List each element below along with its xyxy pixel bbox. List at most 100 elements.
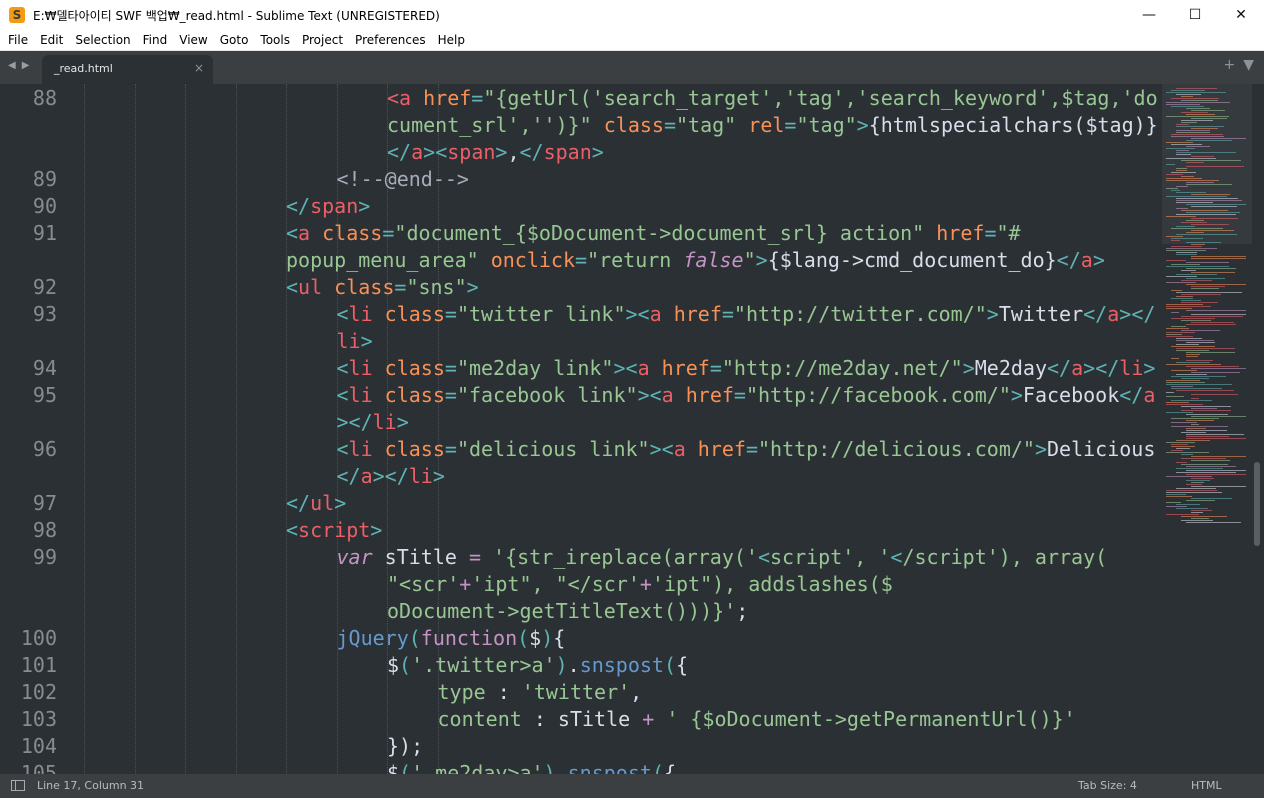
menu-goto[interactable]: Goto <box>214 33 255 47</box>
menu-file[interactable]: File <box>2 33 34 47</box>
syntax-indicator[interactable]: HTML <box>1191 779 1222 792</box>
minimap-line <box>1191 478 1214 479</box>
indent-guide <box>235 84 237 774</box>
minimap-line <box>1191 510 1212 511</box>
code-token: ) <box>555 653 568 677</box>
code-token: . <box>567 653 580 677</box>
minimap-line <box>1191 398 1199 399</box>
minimap-line <box>1166 304 1203 305</box>
tab-close-icon[interactable]: × <box>194 61 204 75</box>
minimap-line <box>1191 286 1225 287</box>
code-line: oDocument->getTitleText()))}'; <box>387 598 748 625</box>
minimap-line <box>1176 198 1238 199</box>
minimap-line <box>1166 104 1200 105</box>
minimap-line <box>1166 334 1182 335</box>
minimap-line <box>1176 340 1214 341</box>
tab-dropdown-icon[interactable]: ▼ <box>1243 57 1254 73</box>
minimap-line <box>1181 160 1241 161</box>
window-controls: — ☐ ✕ <box>1126 0 1264 30</box>
minimap-line <box>1186 242 1221 243</box>
menu-tools[interactable]: Tools <box>254 33 296 47</box>
code-token: a <box>1107 302 1120 326</box>
tab-read-html[interactable]: _read.html × <box>42 55 213 84</box>
line-number: 91 <box>32 221 57 245</box>
code-token: "tag" <box>796 113 857 137</box>
code-token: "http://twitter.com/" <box>733 302 987 326</box>
code-token: sTitle <box>372 545 469 569</box>
minimap-line <box>1191 518 1209 519</box>
code-area[interactable]: <a href="{getUrl('search_target','tag','… <box>82 84 1162 774</box>
code-token: > <box>856 113 869 137</box>
tab-nav-arrows-icon[interactable]: ◀▶ <box>8 60 35 71</box>
code-token: , <box>507 140 520 164</box>
code-token: class <box>384 383 445 407</box>
minimap-line <box>1181 516 1227 517</box>
menu-preferences[interactable]: Preferences <box>349 33 432 47</box>
editor[interactable]: 88 89 90 91 92 93 94 95 96 97 98 99 100 101 102 103 104 1… <box>0 84 1264 774</box>
maximize-button[interactable]: ☐ <box>1172 0 1218 30</box>
tab-size-indicator[interactable]: Tab Size: 4 <box>1078 779 1137 792</box>
menu-find[interactable]: Find <box>137 33 174 47</box>
minimap-line <box>1176 226 1195 227</box>
menu-selection[interactable]: Selection <box>69 33 136 47</box>
scrollbar-thumb[interactable] <box>1254 462 1260 546</box>
code-token: </ <box>286 491 311 515</box>
minimap-line <box>1176 504 1200 505</box>
minimap-line <box>1171 228 1223 229</box>
code-token: "{getUrl('search_target','tag','search_k… <box>483 86 1158 110</box>
code-token: a <box>1080 248 1093 272</box>
minimap-line <box>1176 186 1188 187</box>
menu-help[interactable]: Help <box>432 33 471 47</box>
code-token: href <box>697 437 746 461</box>
close-button[interactable]: ✕ <box>1218 0 1264 30</box>
minimap-line <box>1166 282 1196 283</box>
minimap-line <box>1186 436 1229 437</box>
minimap-line <box>1166 502 1181 503</box>
minimap-line <box>1186 438 1246 439</box>
menu-edit[interactable]: Edit <box>34 33 69 47</box>
code-token: {htmlspecialchars($tag)} <box>868 113 1158 137</box>
line-number: 97 <box>32 491 57 515</box>
panel-toggle-icon[interactable] <box>11 780 25 791</box>
code-token: = <box>733 383 746 407</box>
minimap-line <box>1171 400 1212 401</box>
minimap-line <box>1191 322 1234 323</box>
minimap-line <box>1176 374 1207 375</box>
new-tab-icon[interactable]: + <box>1223 57 1235 73</box>
minimap[interactable] <box>1162 84 1252 774</box>
line-number: 105 <box>20 761 57 774</box>
menu-view[interactable]: View <box>173 33 213 47</box>
code-line: <!--@end--> <box>337 166 469 193</box>
code-token: { <box>663 761 677 774</box>
minimap-line <box>1176 94 1201 95</box>
code-token: function <box>420 626 518 650</box>
code-token: + <box>459 572 472 596</box>
vertical-scrollbar[interactable] <box>1252 84 1264 774</box>
minimap-line <box>1166 102 1230 103</box>
minimap-line <box>1181 520 1213 521</box>
menu-project[interactable]: Project <box>296 33 349 47</box>
minimap-line <box>1181 96 1193 97</box>
code-token: : sTitle <box>521 707 643 731</box>
code-token: ( <box>651 761 664 774</box>
minimap-line <box>1176 150 1189 151</box>
minimap-line <box>1191 368 1246 369</box>
minimap-line <box>1166 250 1206 251</box>
minimap-line <box>1186 484 1202 485</box>
minimap-line <box>1181 464 1228 465</box>
minimap-line <box>1176 200 1242 201</box>
code-token: span <box>543 140 592 164</box>
code-line: <li class="delicious link"><a href="http… <box>337 436 1156 463</box>
minimap-line <box>1166 236 1183 237</box>
code-token: a <box>673 437 698 461</box>
code-token: href <box>936 221 985 245</box>
minimap-line <box>1191 230 1234 231</box>
minimap-line <box>1181 100 1218 101</box>
minimize-button[interactable]: — <box>1126 0 1172 30</box>
minimap-line <box>1191 110 1225 111</box>
minimap-line <box>1171 422 1197 423</box>
code-token: </ <box>286 194 311 218</box>
minimap-line <box>1166 442 1195 443</box>
minimap-line <box>1181 302 1218 303</box>
